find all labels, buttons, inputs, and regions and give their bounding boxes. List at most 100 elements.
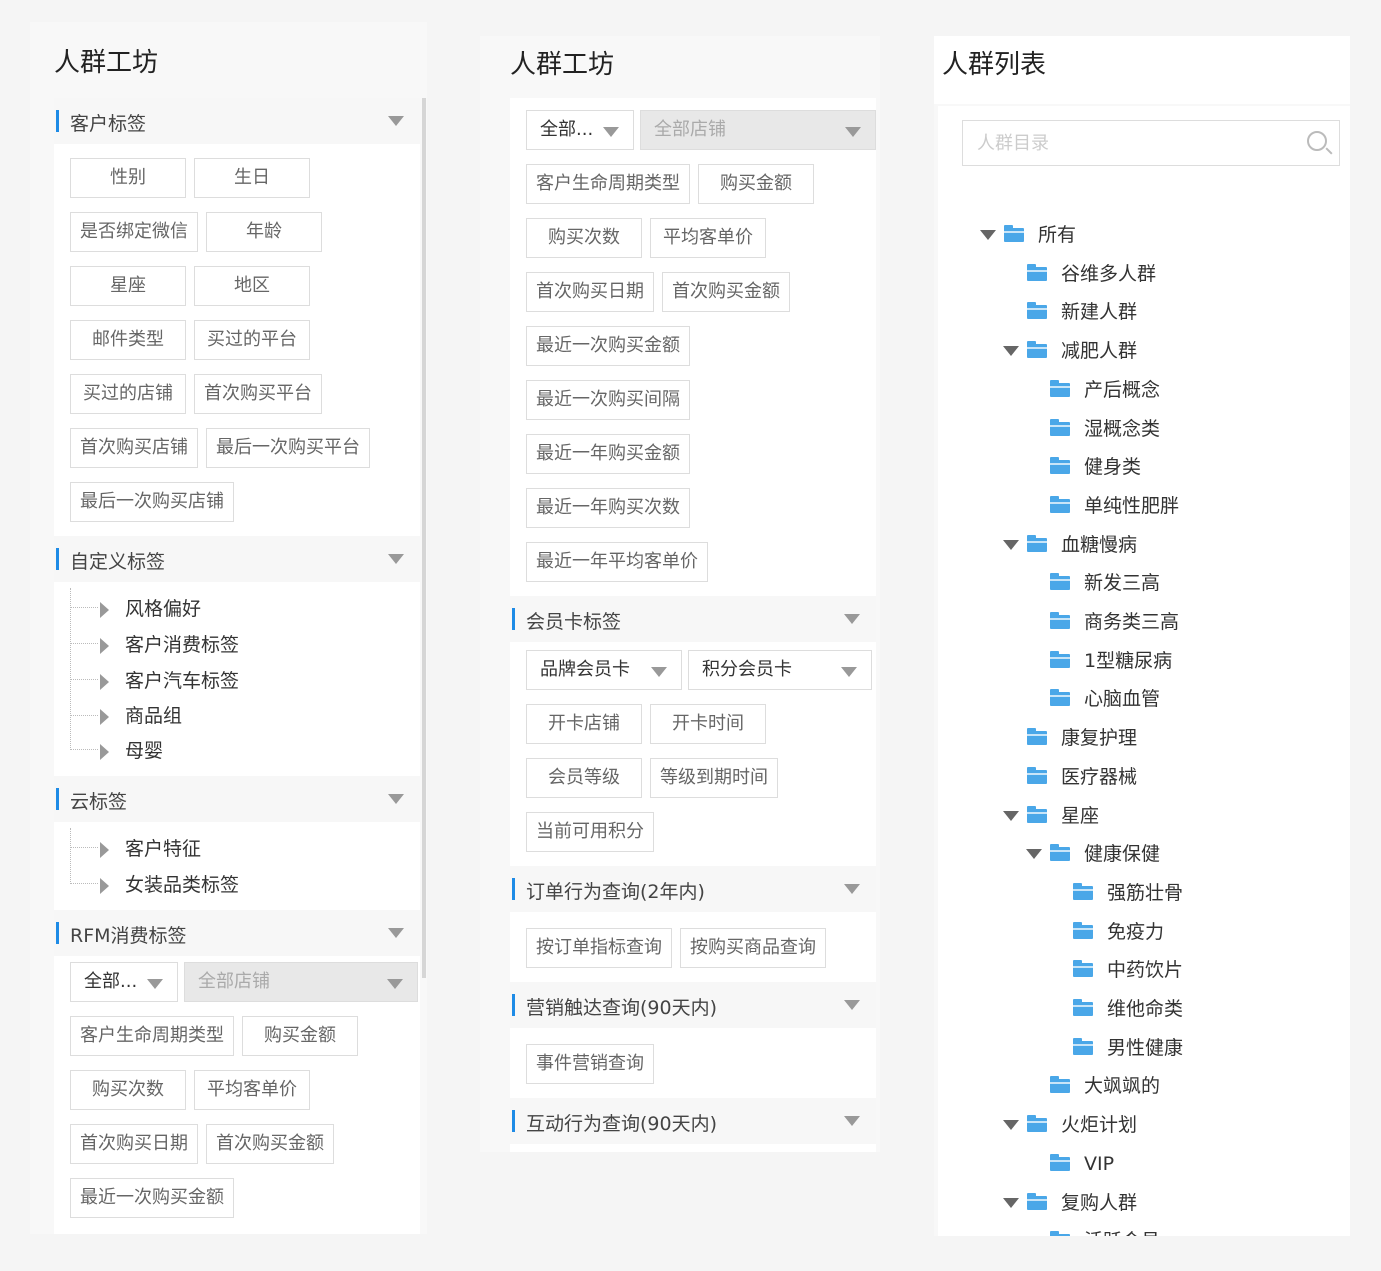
section-marketing-reach[interactable]: 营销触达查询(90天内) — [510, 982, 876, 1028]
tree-node[interactable]: 医疗器械 — [1027, 764, 1137, 790]
scrollbar[interactable] — [422, 98, 426, 978]
tag-product-query[interactable]: 按购买商品查询 — [680, 928, 826, 968]
caret-down-icon[interactable] — [1003, 540, 1019, 550]
tag-purchase-count[interactable]: 购买次数 — [526, 218, 642, 258]
tree-node[interactable]: 1型糖尿病 — [1050, 648, 1172, 674]
tag-first-platform[interactable]: 首次购买平台 — [194, 374, 322, 414]
tree-node[interactable]: 单纯性肥胖 — [1050, 493, 1179, 519]
tag-available-points[interactable]: 当前可用积分 — [526, 812, 654, 852]
section-custom-tags[interactable]: 自定义标签 — [54, 536, 420, 582]
tree-node[interactable]: 活跃会员 — [1050, 1228, 1160, 1236]
tree-node[interactable]: 星座 — [1003, 803, 1099, 829]
chevron-down-icon[interactable] — [388, 794, 404, 804]
tag-avg-order-value[interactable]: 平均客单价 — [194, 1070, 310, 1110]
tree-node[interactable]: 谷维多人群 — [1027, 261, 1156, 287]
tree-item-product-group[interactable]: 商品组 — [100, 701, 182, 728]
section-order-behavior[interactable]: 订单行为查询(2年内) — [510, 866, 876, 912]
tag-zodiac[interactable]: 星座 — [70, 266, 186, 306]
tree-node[interactable]: 湿概念类 — [1050, 416, 1160, 442]
tree-node[interactable]: 所有 — [980, 222, 1076, 248]
caret-right-icon[interactable] — [100, 601, 109, 618]
tree-node[interactable]: 产后概念 — [1050, 377, 1160, 403]
section-interaction-behavior[interactable]: 互动行为查询(90天内) — [510, 1098, 876, 1144]
tag-bought-platform[interactable]: 买过的平台 — [194, 320, 310, 360]
tag-recent-purchase-amount[interactable]: 最近一次购买金额 — [70, 1178, 234, 1218]
tree-node[interactable]: 血糖慢病 — [1003, 532, 1137, 558]
tag-first-purchase-date[interactable]: 首次购买日期 — [70, 1124, 198, 1164]
caret-down-icon[interactable] — [1003, 1120, 1019, 1130]
search-icon[interactable] — [1307, 131, 1327, 151]
caret-down-icon[interactable] — [1003, 346, 1019, 356]
section-cloud-tags[interactable]: 云标签 — [54, 776, 420, 822]
caret-right-icon[interactable] — [100, 841, 109, 858]
chevron-down-icon[interactable] — [844, 884, 860, 894]
tag-year-avg-order-value[interactable]: 最近一年平均客单价 — [526, 542, 708, 582]
caret-right-icon[interactable] — [100, 743, 109, 760]
tree-node[interactable]: 火炬计划 — [1003, 1112, 1137, 1138]
tree-item-mother-baby[interactable]: 母婴 — [100, 736, 163, 763]
tree-node[interactable]: 健身类 — [1050, 454, 1141, 480]
tag-gender[interactable]: 性别 — [70, 158, 186, 198]
section-customer-tags[interactable]: 客户标签 — [54, 98, 420, 144]
caret-right-icon[interactable] — [100, 637, 109, 654]
tag-avg-order-value[interactable]: 平均客单价 — [650, 218, 766, 258]
tag-last-platform[interactable]: 最后一次购买平台 — [206, 428, 370, 468]
tree-node[interactable]: 男性健康 — [1073, 1035, 1183, 1061]
tree-item-style-preference[interactable]: 风格偏好 — [100, 594, 201, 621]
tag-year-purchase-amount[interactable]: 最近一年购买金额 — [526, 434, 690, 474]
tag-first-purchase-amount[interactable]: 首次购买金额 — [206, 1124, 334, 1164]
chevron-down-icon[interactable] — [844, 1116, 860, 1126]
chevron-down-icon[interactable] — [388, 928, 404, 938]
tag-age[interactable]: 年龄 — [206, 212, 322, 252]
tag-purchase-amount[interactable]: 购买金额 — [242, 1016, 358, 1056]
tree-node[interactable]: 维他命类 — [1073, 996, 1183, 1022]
chevron-down-icon[interactable] — [388, 554, 404, 564]
caret-right-icon[interactable] — [100, 877, 109, 894]
tree-node[interactable]: 强筋壮骨 — [1073, 880, 1183, 906]
tag-birthday[interactable]: 生日 — [194, 158, 310, 198]
tree-node[interactable]: 健康保健 — [1026, 841, 1160, 867]
platform-select[interactable]: 全部... — [526, 110, 634, 150]
tree-node[interactable]: 新发三高 — [1050, 570, 1160, 596]
tree-item-consumption-tags[interactable]: 客户消费标签 — [100, 630, 239, 657]
brand-card-select[interactable]: 品牌会员卡 — [526, 650, 682, 690]
caret-down-icon[interactable] — [1026, 849, 1042, 859]
tag-first-purchase-date[interactable]: 首次购买日期 — [526, 272, 654, 312]
tree-node[interactable]: 免疫力 — [1073, 919, 1164, 945]
tag-first-purchase-amount[interactable]: 首次购买金额 — [662, 272, 790, 312]
tree-node[interactable]: VIP — [1050, 1151, 1114, 1177]
tag-year-purchase-count[interactable]: 最近一年购买次数 — [526, 488, 690, 528]
tag-region[interactable]: 地区 — [194, 266, 310, 306]
tag-member-level[interactable]: 会员等级 — [526, 758, 642, 798]
tree-node[interactable]: 复购人群 — [1003, 1190, 1137, 1216]
search-box[interactable] — [962, 120, 1340, 166]
caret-down-icon[interactable] — [1003, 1198, 1019, 1208]
section-member-card-tags[interactable]: 会员卡标签 — [510, 596, 876, 642]
caret-right-icon[interactable] — [100, 673, 109, 690]
caret-right-icon[interactable] — [100, 708, 109, 725]
tag-event-marketing-query[interactable]: 事件营销查询 — [526, 1044, 654, 1084]
tree-node[interactable]: 中药饮片 — [1073, 957, 1183, 983]
caret-down-icon[interactable] — [980, 230, 996, 240]
tag-lifecycle-type[interactable]: 客户生命周期类型 — [70, 1016, 234, 1056]
tag-card-time[interactable]: 开卡时间 — [650, 704, 766, 744]
tree-node[interactable]: 康复护理 — [1027, 725, 1137, 751]
chevron-down-icon[interactable] — [844, 1000, 860, 1010]
section-rfm-tags[interactable]: RFM消费标签 — [54, 910, 420, 956]
tree-item-women-apparel[interactable]: 女装品类标签 — [100, 870, 239, 897]
platform-select[interactable]: 全部... — [70, 962, 178, 1002]
points-card-select[interactable]: 积分会员卡 — [688, 650, 872, 690]
search-input[interactable] — [963, 121, 1263, 165]
tag-card-store[interactable]: 开卡店铺 — [526, 704, 642, 744]
tag-first-store[interactable]: 首次购买店铺 — [70, 428, 198, 468]
tag-purchase-amount[interactable]: 购买金额 — [698, 164, 814, 204]
tag-bought-store[interactable]: 买过的店铺 — [70, 374, 186, 414]
caret-down-icon[interactable] — [1003, 811, 1019, 821]
tag-purchase-count[interactable]: 购买次数 — [70, 1070, 186, 1110]
tree-node[interactable]: 大飒飒的 — [1050, 1073, 1160, 1099]
tree-node[interactable]: 减肥人群 — [1003, 338, 1137, 364]
tag-wechat-bound[interactable]: 是否绑定微信 — [70, 212, 198, 252]
tag-recent-purchase-amount[interactable]: 最近一次购买金额 — [526, 326, 690, 366]
tag-order-metric-query[interactable]: 按订单指标查询 — [526, 928, 672, 968]
tag-lifecycle-type[interactable]: 客户生命周期类型 — [526, 164, 690, 204]
